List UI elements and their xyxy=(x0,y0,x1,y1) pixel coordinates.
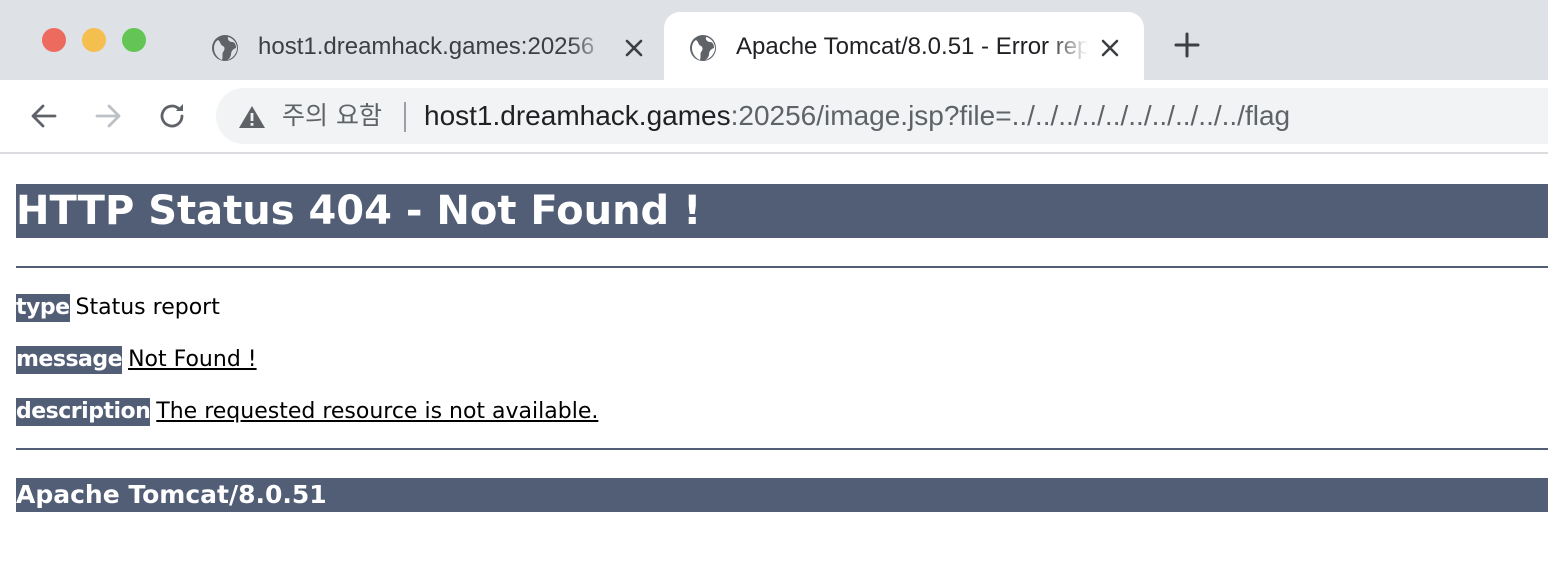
divider xyxy=(16,266,1548,268)
tab-strip: host1.dreamhack.games:20256 Apache Tomca… xyxy=(0,0,1548,80)
close-icon[interactable] xyxy=(1096,34,1124,62)
info-row-type: type Status report xyxy=(16,294,220,322)
window-minimize-button[interactable] xyxy=(82,28,106,52)
reload-icon[interactable] xyxy=(156,100,188,132)
row-label: message xyxy=(16,346,123,374)
close-icon[interactable] xyxy=(620,34,648,62)
tab-host1[interactable]: host1.dreamhack.games:20256 xyxy=(190,12,664,80)
tab-title: Apache Tomcat/8.0.51 - Error report xyxy=(736,30,1088,64)
globe-icon xyxy=(212,35,238,61)
row-value: Not Found ! xyxy=(128,347,257,372)
browser-window: host1.dreamhack.games:20256 Apache Tomca… xyxy=(0,0,1548,568)
globe-icon xyxy=(690,35,716,61)
row-value: The requested resource is not available. xyxy=(156,399,599,424)
url-text[interactable]: host1.dreamhack.games:20256/image.jsp?fi… xyxy=(424,98,1290,134)
url-path: :20256/image.jsp?file=../../../../../../… xyxy=(730,100,1291,131)
window-close-button[interactable] xyxy=(42,28,66,52)
window-zoom-button[interactable] xyxy=(122,28,146,52)
address-bar[interactable]: 주의 요함 host1.dreamhack.games:20256/image.… xyxy=(216,88,1548,144)
info-row-message: message Not Found ! xyxy=(16,346,257,374)
back-arrow-icon[interactable] xyxy=(28,100,60,132)
info-row-description: description The requested resource is not… xyxy=(16,398,598,426)
tab-title: host1.dreamhack.games:20256 xyxy=(258,30,610,64)
forward-arrow-icon[interactable] xyxy=(92,100,124,132)
browser-toolbar: 주의 요함 host1.dreamhack.games:20256/image.… xyxy=(0,80,1548,154)
page-content: HTTP Status 404 - Not Found ! type Status… xyxy=(0,154,1548,568)
tab-tomcat-error[interactable]: Apache Tomcat/8.0.51 - Error report xyxy=(664,12,1144,80)
divider xyxy=(16,448,1548,450)
omnibox-divider xyxy=(404,102,406,132)
warning-triangle-icon[interactable] xyxy=(238,104,266,130)
page-title: HTTP Status 404 - Not Found ! xyxy=(16,184,1548,238)
security-warning-label[interactable]: 주의 요함 xyxy=(282,98,382,134)
url-host: host1.dreamhack.games xyxy=(424,100,731,131)
new-tab-plus-icon[interactable] xyxy=(1172,30,1202,60)
server-footer: Apache Tomcat/8.0.51 xyxy=(16,478,1548,512)
row-value: Status report xyxy=(75,295,220,320)
row-label: description xyxy=(16,398,151,426)
row-label: type xyxy=(16,294,70,322)
